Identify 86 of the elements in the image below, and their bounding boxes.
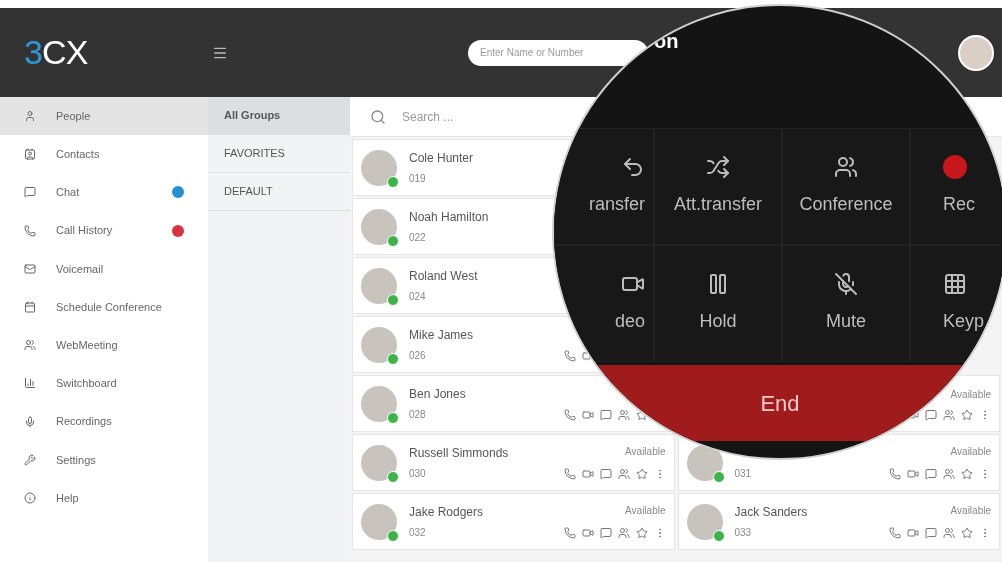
call-action-button[interactable]: Att.transfer: [654, 128, 782, 245]
phone-icon[interactable]: [563, 526, 576, 539]
star-icon[interactable]: [961, 526, 973, 539]
extension-number: 026: [409, 349, 426, 363]
chat-icon[interactable]: [925, 526, 937, 539]
chat-icon[interactable]: [925, 467, 937, 480]
bar-chart-icon: [24, 377, 36, 390]
phone-icon[interactable]: [889, 467, 901, 480]
phone-icon: [24, 224, 36, 237]
contact-name: Russell Simmonds: [409, 445, 509, 460]
logo-letters: CX: [42, 32, 88, 73]
envelope-icon: [24, 262, 36, 275]
call-action-button[interactable]: Hold: [654, 245, 782, 362]
avatar: [686, 444, 723, 481]
avatar: [361, 149, 397, 186]
group-icon[interactable]: [617, 467, 630, 480]
microphone-off-icon: [834, 272, 858, 296]
extension-number: 031: [734, 467, 752, 481]
group-icon[interactable]: [943, 526, 955, 539]
avatar: [361, 326, 397, 363]
contact-card[interactable]: Russell Simmonds Available 030: [352, 434, 675, 491]
keypad-icon: [943, 272, 967, 296]
contact-name: Roland West: [409, 268, 478, 283]
star-icon[interactable]: [961, 408, 973, 421]
status-text: Available: [625, 504, 666, 518]
avatar: [361, 444, 397, 481]
contact-name: Noah Hamilton: [409, 209, 489, 224]
extension-number: 028: [409, 408, 426, 422]
chat-icon[interactable]: [599, 526, 612, 539]
chat-icon[interactable]: [599, 467, 612, 480]
extension-number: 033: [734, 526, 752, 540]
wrench-icon: [24, 453, 36, 466]
phone-icon[interactable]: [563, 349, 576, 362]
extension-number: 030: [409, 467, 426, 481]
contact-name: Mike James: [409, 327, 473, 342]
contact-name: Ben Jones: [409, 386, 466, 401]
phone-icon[interactable]: [563, 408, 576, 421]
user-avatar[interactable]: [958, 34, 994, 71]
status-text: Available: [950, 387, 991, 402]
avatar: [361, 503, 397, 540]
microphone-icon: [24, 415, 36, 428]
group-icon[interactable]: [943, 408, 955, 421]
group-icon: [24, 339, 36, 352]
avatar: [361, 385, 397, 422]
chat-icon: [24, 186, 36, 199]
chat-icon[interactable]: [599, 408, 612, 421]
call-action-button[interactable]: Mute: [782, 245, 910, 362]
name-or-number-field[interactable]: Enter Name or Number: [468, 39, 648, 66]
avatar: [361, 208, 397, 245]
group-icon[interactable]: [617, 526, 630, 539]
status-text: Available: [950, 445, 991, 459]
sidebar-item[interactable]: People: [0, 97, 208, 136]
star-icon[interactable]: [635, 467, 648, 480]
logo-digit: 3: [24, 32, 43, 73]
group-icon: [834, 155, 858, 179]
contact-name: Cole Hunter: [409, 150, 474, 165]
call-action-button[interactable]: Keyp: [910, 245, 1002, 362]
avatar: [361, 267, 397, 304]
call-action-button[interactable]: Rec: [910, 128, 1002, 245]
call-action-button[interactable]: Conference: [782, 128, 910, 245]
calendar-icon: [24, 301, 36, 314]
star-icon[interactable]: [635, 526, 648, 539]
shuffle-icon: [706, 155, 730, 179]
avatar: [686, 503, 723, 540]
group-icon[interactable]: [617, 408, 630, 421]
contact-name: Jack Sanders: [734, 504, 808, 519]
person-icon: [24, 110, 36, 123]
chat-icon[interactable]: [925, 408, 937, 421]
contact-card[interactable]: Jake Rodgers Available 032: [352, 493, 675, 550]
search-icon: [370, 108, 386, 125]
phone-icon[interactable]: [563, 467, 576, 480]
call-action-button[interactable]: ransfer: [554, 128, 654, 245]
group-item[interactable]: All Groups: [208, 97, 350, 135]
contact-card[interactable]: Jack Sanders Available 033: [677, 493, 1000, 550]
status-text: Available: [950, 504, 991, 518]
extension-number: 022: [409, 231, 426, 245]
status-text: Available: [625, 445, 666, 459]
extension-number: 032: [409, 526, 426, 540]
star-icon[interactable]: [961, 467, 973, 480]
extension-number: 019: [409, 172, 426, 186]
extension-number: 024: [409, 290, 426, 304]
info-icon: [24, 491, 36, 504]
contact-name: Jake Rodgers: [409, 504, 484, 519]
contact-card-icon: [24, 148, 36, 161]
group-icon[interactable]: [943, 467, 955, 480]
phone-icon[interactable]: [889, 526, 901, 539]
